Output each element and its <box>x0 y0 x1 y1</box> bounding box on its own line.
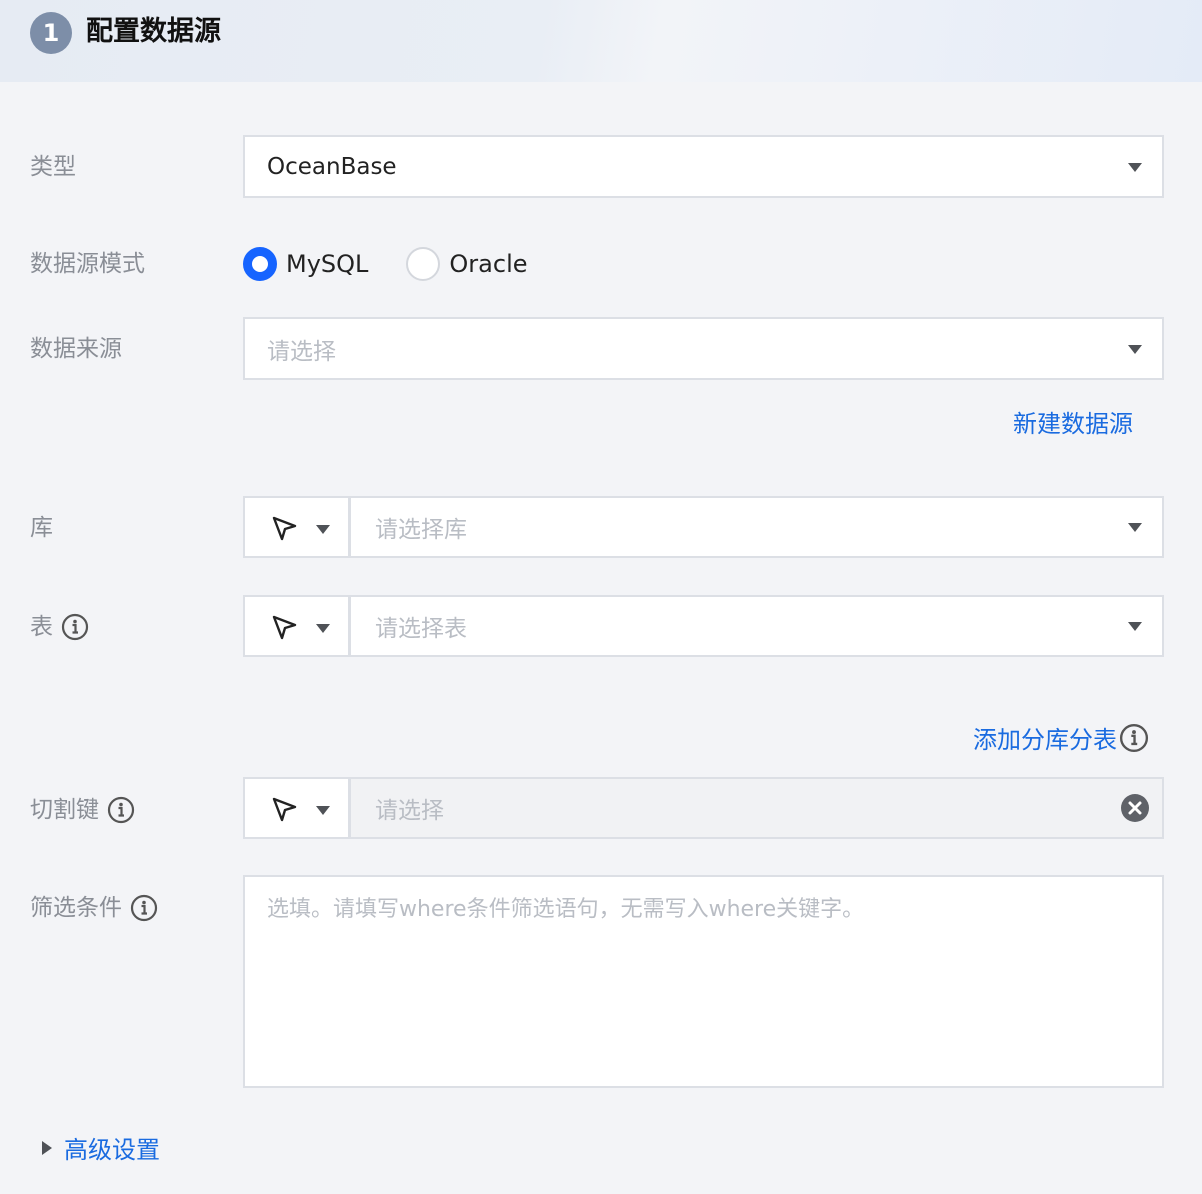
table-label-text: 表 <box>30 614 53 640</box>
cursor-icon <box>272 797 297 822</box>
database-label: 库 <box>30 513 53 543</box>
section-title: 配置数据源 <box>86 16 221 47</box>
radio-unchecked-icon[interactable] <box>406 247 441 281</box>
caret-right-icon <box>42 1140 52 1155</box>
table-mode-button[interactable] <box>243 595 350 657</box>
split-key-mode-button[interactable] <box>243 777 350 839</box>
radio-mysql-label: MySQL <box>286 250 369 278</box>
filter-label-text: 筛选条件 <box>30 895 122 921</box>
clear-icon[interactable] <box>1120 793 1150 823</box>
add-sharding-link[interactable]: 添加分库分表 <box>973 720 1149 755</box>
type-select[interactable]: OceanBase <box>243 135 1164 198</box>
radio-mysql[interactable]: MySQL <box>243 247 368 281</box>
cursor-icon <box>272 615 297 640</box>
info-icon[interactable] <box>107 796 135 824</box>
chevron-down-icon <box>316 624 330 633</box>
new-datasource-link[interactable]: 新建数据源 <box>1013 404 1133 439</box>
info-icon[interactable] <box>130 894 158 922</box>
add-sharding-link-text[interactable]: 添加分库分表 <box>973 720 1117 755</box>
database-select[interactable]: 请选择库 <box>349 496 1164 558</box>
section-header: 1 配置数据源 <box>0 0 1202 82</box>
table-placeholder: 请选择表 <box>375 616 467 642</box>
split-key-label-text: 切割键 <box>30 797 99 823</box>
split-key-placeholder: 请选择 <box>375 798 444 824</box>
radio-checked-icon[interactable] <box>243 247 277 281</box>
database-placeholder: 请选择库 <box>375 517 467 543</box>
chevron-down-icon <box>316 806 330 815</box>
split-key-select[interactable]: 请选择 <box>349 777 1164 839</box>
step-badge: 1 <box>30 12 72 54</box>
filter-textarea[interactable] <box>243 875 1164 1088</box>
database-mode-button[interactable] <box>243 496 350 558</box>
filter-label: 筛选条件 <box>30 893 158 923</box>
mode-label: 数据源模式 <box>30 249 145 279</box>
source-label: 数据来源 <box>30 334 122 364</box>
chevron-down-icon <box>1128 162 1142 172</box>
table-label: 表 <box>30 612 89 642</box>
chevron-down-icon <box>1128 344 1142 354</box>
advanced-settings-toggle[interactable]: 高级设置 <box>42 1130 160 1165</box>
cursor-icon <box>272 516 297 541</box>
chevron-down-icon <box>1128 622 1142 631</box>
split-key-label: 切割键 <box>30 795 135 825</box>
type-label: 类型 <box>30 152 76 182</box>
mode-label-text: 数据源模式 <box>30 251 145 277</box>
type-label-text: 类型 <box>30 154 76 180</box>
advanced-settings-label[interactable]: 高级设置 <box>64 1130 160 1165</box>
chevron-down-icon <box>1128 523 1142 532</box>
radio-oracle[interactable]: Oracle <box>406 247 528 281</box>
source-label-text: 数据来源 <box>30 336 122 362</box>
type-select-value: OceanBase <box>267 153 397 180</box>
database-label-text: 库 <box>30 515 53 541</box>
info-icon[interactable] <box>1119 723 1149 753</box>
source-placeholder: 请选择 <box>267 338 336 365</box>
table-select[interactable]: 请选择表 <box>349 595 1164 657</box>
info-icon[interactable] <box>61 613 89 641</box>
source-select[interactable]: 请选择 <box>243 317 1164 380</box>
radio-oracle-label: Oracle <box>449 250 528 278</box>
mode-radio-group: MySQL Oracle <box>243 247 566 281</box>
config-datasource-panel: 1 配置数据源 类型 OceanBase 数据源模式 MySQL Oracle … <box>0 0 1202 1194</box>
chevron-down-icon <box>316 525 330 534</box>
